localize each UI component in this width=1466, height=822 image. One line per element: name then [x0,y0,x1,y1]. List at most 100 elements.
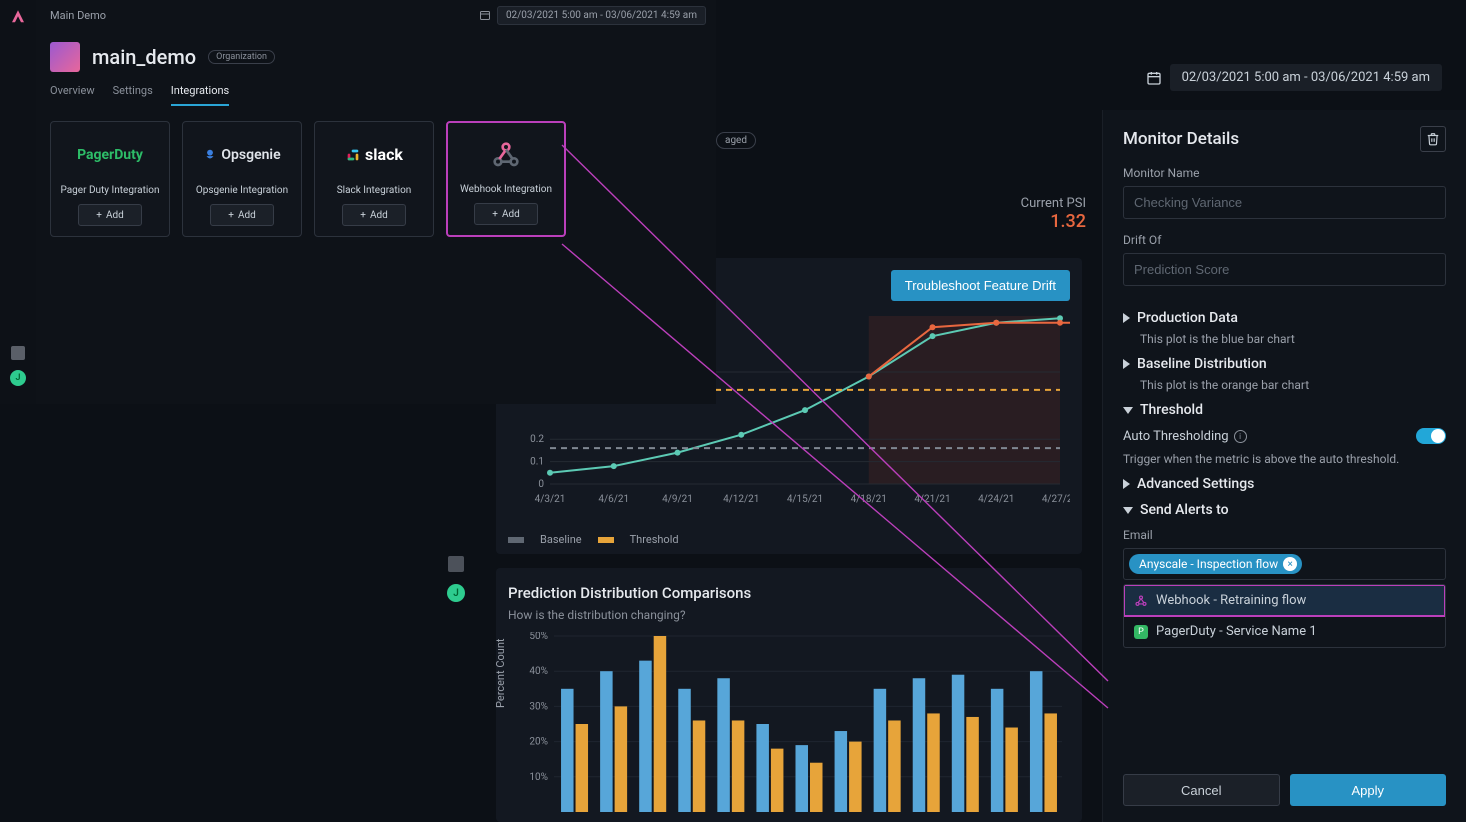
breadcrumb[interactable]: Main Demo [46,9,106,22]
tab-integrations[interactable]: Integrations [171,84,229,106]
docs-icon[interactable] [448,556,464,572]
svg-text:0.2: 0.2 [530,434,544,445]
svg-text:10%: 10% [529,772,548,783]
add-integration-button[interactable]: +Add [474,203,538,225]
apply-button[interactable]: Apply [1290,774,1447,806]
managed-badge: aged [716,132,756,149]
production-data-toggle[interactable]: Production Data [1123,310,1446,326]
delete-monitor-button[interactable] [1420,126,1446,152]
distribution-title: Prediction Distribution Comparisons [508,584,1070,602]
auto-threshold-label: Auto Thresholding [1123,429,1229,444]
dist-y-axis-label: Percent Count [496,639,507,709]
baseline-dist-desc: This plot is the orange bar chart [1123,378,1446,392]
chevron-right-icon [1123,313,1130,323]
add-integration-button[interactable]: +Add [78,204,142,226]
chevron-down-icon [1123,507,1133,514]
avatar[interactable]: J [447,584,465,602]
add-integration-button[interactable]: +Add [342,204,406,226]
trash-icon [1426,132,1440,146]
svg-text:50%: 50% [529,632,548,642]
integration-card-pagerduty: PagerDuty Pager Duty Integration +Add [50,121,170,237]
threshold-toggle[interactable]: Threshold [1123,402,1446,418]
integration-card-name: Pager Duty Integration [60,185,159,196]
integration-card-name: Webhook Integration [460,184,552,195]
slack-logo-icon: slack [345,132,403,177]
integration-card-webhook: Webhook Integration +Add [446,121,566,237]
legend-baseline-swatch [508,537,524,543]
integration-card-name: Slack Integration [337,185,412,196]
calendar-icon [1146,70,1162,86]
avatar[interactable]: J [10,370,26,386]
app-logo-icon[interactable] [9,8,27,26]
troubleshoot-drift-button[interactable]: Troubleshoot Feature Drift [891,270,1070,301]
distribution-panel: Prediction Distribution Comparisons How … [496,568,1082,822]
auto-threshold-toggle[interactable] [1416,428,1446,444]
production-data-desc: This plot is the blue bar chart [1123,332,1446,346]
email-tag-input[interactable]: Anyscale - Inspection flow × [1123,548,1446,580]
advanced-settings-toggle[interactable]: Advanced Settings [1123,476,1446,492]
chevron-down-icon [1123,407,1133,414]
current-psi-label: Current PSI [1021,196,1086,211]
svg-text:4/27/21: 4/27/21 [1042,494,1070,505]
svg-text:20%: 20% [529,737,548,748]
dropdown-item-webhook[interactable]: Webhook - Retraining flow [1124,585,1445,616]
drift-of-input[interactable] [1123,253,1446,286]
chevron-right-icon [1123,359,1130,369]
tab-overview[interactable]: Overview [50,84,95,106]
svg-text:4/9/21: 4/9/21 [662,494,693,505]
date-range-picker[interactable]: 02/03/2021 5:00 am - 03/06/2021 4:59 am [1170,64,1442,91]
svg-text:0: 0 [538,479,544,490]
plus-icon: + [492,209,498,220]
plus-icon: + [96,210,102,221]
monitor-name-input[interactable] [1123,186,1446,219]
project-color-swatch [50,42,80,72]
cancel-button[interactable]: Cancel [1123,774,1280,806]
svg-text:40%: 40% [529,666,548,677]
date-range-picker[interactable]: 02/03/2021 5:00 am - 03/06/2021 4:59 am [497,6,706,25]
svg-text:4/21/21: 4/21/21 [914,494,950,505]
calendar-icon [479,9,491,21]
opsgenie-logo-icon: Opsgenie [203,132,280,177]
legend-threshold-label: Threshold [630,533,679,546]
svg-text:4/12/21: 4/12/21 [723,494,759,505]
svg-text:4/18/21: 4/18/21 [851,494,887,505]
docs-icon[interactable] [11,346,25,360]
svg-text:30%: 30% [529,701,548,712]
legend-threshold-swatch [598,537,614,543]
info-icon[interactable]: i [1234,430,1247,443]
auto-threshold-desc: Trigger when the metric is above the aut… [1123,452,1446,466]
drift-of-label: Drift Of [1123,233,1446,247]
svg-text:0.1: 0.1 [530,457,544,468]
distribution-bar-chart: 10% 20% 30% 40% 50% [508,632,1068,822]
chevron-right-icon [1123,479,1130,489]
dropdown-item-pagerduty[interactable]: P PagerDuty - Service Name 1 [1124,616,1445,647]
integrations-overlay-window: J Main Demo 02/03/2021 5:00 am - 03/06/2… [0,0,716,404]
webhook-icon [1134,594,1148,608]
integration-card-slack: slack Slack Integration +Add [314,121,434,237]
pagerduty-logo-icon: PagerDuty [77,132,143,177]
email-label: Email [1123,528,1446,542]
monitor-details-title: Monitor Details [1123,129,1239,149]
pagerduty-icon: P [1134,625,1148,639]
baseline-dist-toggle[interactable]: Baseline Distribution [1123,356,1446,372]
plus-icon: + [228,210,234,221]
webhook-logo-icon [490,133,522,176]
send-alerts-toggle[interactable]: Send Alerts to [1123,502,1446,518]
add-integration-button[interactable]: +Add [210,204,274,226]
psi-legend: Baseline Threshold [508,533,679,546]
page-title: main_demo [92,45,196,69]
integration-card-name: Opsgenie Integration [196,185,288,196]
integration-card-opsgenie: Opsgenie Opsgenie Integration +Add [182,121,302,237]
alert-destination-dropdown: Webhook - Retraining flow P PagerDuty - … [1123,584,1446,648]
tab-settings[interactable]: Settings [113,84,153,106]
svg-text:4/15/21: 4/15/21 [787,494,823,505]
distribution-subtitle: How is the distribution changing? [508,608,1070,622]
email-chip: Anyscale - Inspection flow × [1129,554,1302,574]
plus-icon: + [360,210,366,221]
svg-text:4/3/21: 4/3/21 [535,494,566,505]
svg-text:4/24/21: 4/24/21 [978,494,1014,505]
legend-baseline-label: Baseline [540,533,582,546]
organization-badge: Organization [208,50,275,64]
current-psi-value: 1.32 [1021,211,1086,232]
chip-remove-button[interactable]: × [1283,557,1297,571]
